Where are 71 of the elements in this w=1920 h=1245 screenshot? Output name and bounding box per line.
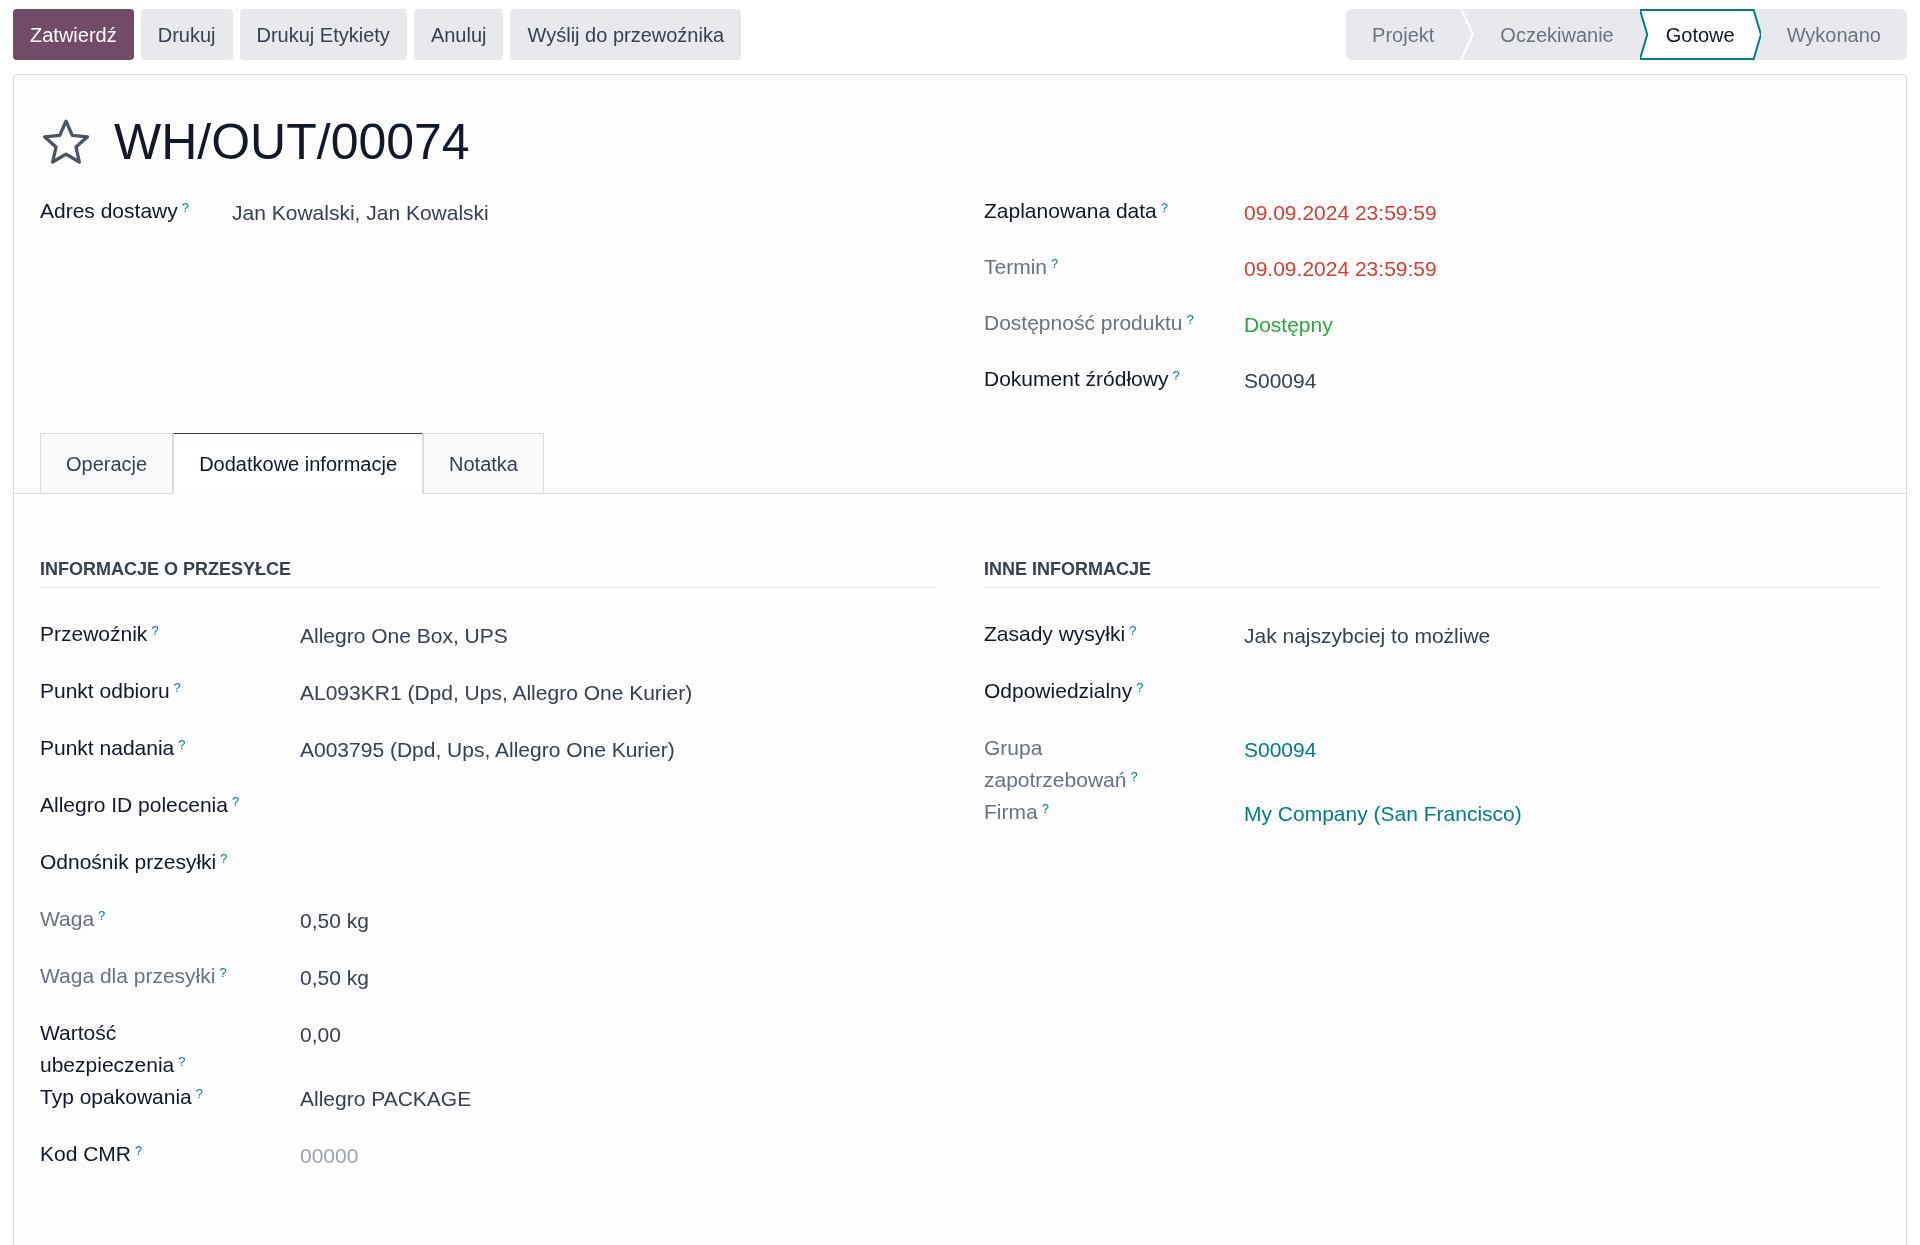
- field-label: Odnośnik przesyłki $^{?}$: [40, 849, 228, 875]
- field-value: Dostępny: [1244, 312, 1333, 338]
- form-tab[interactable]: Notatka: [423, 433, 544, 494]
- field-value: 09.09.2024 23:59:59: [1244, 256, 1437, 282]
- help-tooltip[interactable]: ?: [1136, 679, 1144, 695]
- field-label: Grupa zapotrzebowań $^{?}$: [984, 735, 1139, 793]
- field-label: Termin $^{?}$: [984, 254, 1059, 280]
- help-tooltip[interactable]: ?: [173, 679, 181, 695]
- field-label: Kod CMR $^{?}$: [40, 1141, 143, 1167]
- field-label: Przewoźnik $^{?}$: [40, 621, 159, 647]
- action-button[interactable]: Wyślij do przewoźnika: [510, 9, 742, 60]
- field-value: 0,50 kg: [300, 908, 369, 934]
- field-label: Allegro ID polecenia $^{?}$: [40, 792, 240, 818]
- help-tooltip[interactable]: ?: [178, 736, 186, 752]
- field-label: Wartość ubezpieczenia $^{?}$: [40, 1020, 187, 1078]
- help-tooltip[interactable]: ?: [1051, 255, 1059, 271]
- form-tab[interactable]: Operacje: [40, 433, 174, 494]
- help-tooltip[interactable]: ?: [195, 1085, 203, 1101]
- field-value: 0,00: [300, 1022, 341, 1048]
- help-tooltip[interactable]: ?: [1172, 367, 1180, 383]
- help-tooltip[interactable]: ?: [231, 793, 240, 809]
- action-button[interactable]: Drukuj Etykiety: [239, 9, 407, 60]
- input-field[interactable]: 00000: [300, 1138, 500, 1172]
- section-heading: INFORMACJE O PRZESYŁCE: [40, 556, 936, 588]
- field-value: Allegro PACKAGE: [300, 1086, 472, 1112]
- star-icon[interactable]: [40, 117, 92, 167]
- chevron-divider: [1460, 9, 1475, 60]
- help-tooltip[interactable]: ?: [219, 964, 227, 980]
- field-value: 0,50 kg: [300, 965, 369, 991]
- field-value: AL093KR1 (Dpd, Ups, Allegro One Kurier): [300, 680, 693, 706]
- field-value: Allegro One Box, UPS: [300, 623, 508, 649]
- field-label: Dokument źródłowy $^{?}$: [984, 366, 1180, 392]
- stage-step[interactable]: Gotowe: [1639, 9, 1761, 60]
- help-tooltip[interactable]: ?: [98, 907, 106, 923]
- help-tooltip[interactable]: ?: [1186, 311, 1194, 327]
- stage-step[interactable]: Wykonano: [1760, 9, 1907, 60]
- field-label: Punkt nadania $^{?}$: [40, 735, 186, 761]
- help-tooltip[interactable]: ?: [181, 199, 189, 215]
- field-value: Jan Kowalski, Jan Kowalski: [232, 200, 489, 226]
- help-tooltip[interactable]: ?: [135, 1142, 143, 1158]
- field-label: Adres dostawy $^{?}$: [40, 198, 189, 224]
- help-tooltip[interactable]: ?: [1130, 768, 1138, 784]
- field-label: Punkt odbioru $^{?}$: [40, 678, 181, 704]
- field-value: 09.09.2024 23:59:59: [1244, 200, 1437, 226]
- field-value: My Company (San Francisco): [1244, 801, 1522, 827]
- record-title: WH/OUT/00074: [114, 112, 470, 172]
- field-value: S00094: [1244, 368, 1317, 394]
- action-button[interactable]: Drukuj: [140, 9, 233, 60]
- field-label: Dostępność produktu $^{?}$: [984, 310, 1194, 336]
- form-tab[interactable]: Dodatkowe informacje: [173, 433, 424, 494]
- field-label: Waga dla przesyłki $^{?}$: [40, 963, 227, 989]
- help-tooltip[interactable]: ?: [1129, 622, 1137, 638]
- help-tooltip[interactable]: ?: [151, 622, 159, 638]
- field-label: Zasady wysyłki $^{?}$: [984, 621, 1137, 647]
- field-label: Zaplanowana data $^{?}$: [984, 198, 1169, 224]
- field-label: Waga $^{?}$: [40, 906, 106, 932]
- action-button[interactable]: Anuluj: [413, 9, 504, 60]
- stage-step[interactable]: Oczekiwanie: [1474, 9, 1640, 60]
- field-label: Odpowiedzialny $^{?}$: [984, 678, 1144, 704]
- field-value: Jak najszybciej to możliwe: [1244, 623, 1491, 649]
- help-tooltip[interactable]: ?: [1160, 199, 1169, 215]
- help-tooltip[interactable]: ?: [220, 850, 228, 866]
- field-label: Firma $^{?}$: [984, 799, 1049, 825]
- help-tooltip[interactable]: ?: [1041, 800, 1049, 816]
- section-heading: INNE INFORMACJE: [984, 556, 1880, 588]
- field-value: A003795 (Dpd, Ups, Allegro One Kurier): [300, 737, 675, 763]
- action-button[interactable]: Zatwierdź: [13, 9, 134, 60]
- field-label: Typ opakowania $^{?}$: [40, 1084, 203, 1110]
- field-value: S00094: [1244, 737, 1317, 763]
- help-tooltip[interactable]: ?: [178, 1053, 186, 1069]
- stage-step[interactable]: Projekt: [1346, 9, 1461, 60]
